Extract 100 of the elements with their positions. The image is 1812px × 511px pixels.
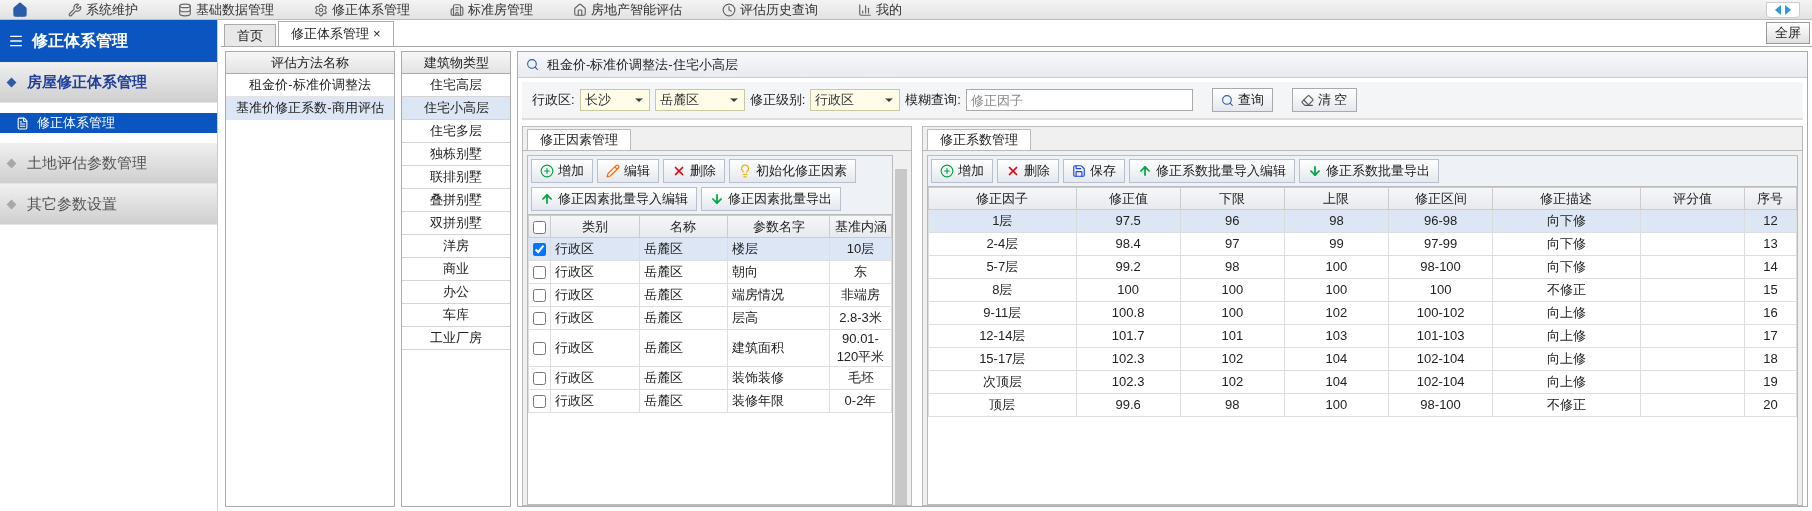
nav-link[interactable]: 修正体系管理 xyxy=(314,0,410,20)
tab[interactable]: 首页 xyxy=(224,24,276,46)
toolbar-button[interactable]: 删除 xyxy=(997,159,1059,183)
table-row[interactable]: 行政区 岳麓区 朝向 东 xyxy=(528,260,892,284)
nav-link[interactable]: 房地产智能评估 xyxy=(573,0,682,20)
table-row[interactable]: 行政区 岳麓区 楼层 10层 xyxy=(528,237,892,261)
column-header[interactable]: 修正因子 xyxy=(928,187,1077,210)
nav-link[interactable]: 系统维护 xyxy=(68,0,138,20)
close-button[interactable]: × xyxy=(373,24,381,44)
list-item[interactable]: 独栋别墅 xyxy=(402,143,510,166)
table-row[interactable]: 行政区 岳麓区 端房情况 非端房 xyxy=(528,283,892,307)
sidebar-item[interactable]: 修正体系管理 xyxy=(0,113,217,133)
dropdown-field[interactable]: 岳麓区 xyxy=(654,89,745,111)
toolbar-button[interactable]: 修正系数批量导出 xyxy=(1299,159,1439,183)
clear-button[interactable]: 清 空 xyxy=(1291,88,1357,112)
table-row[interactable]: 2-4层 98.4 97 99 97-99 向下修 13 xyxy=(928,232,1797,256)
table-cell: 100.8 xyxy=(1076,301,1181,325)
table-cell: 15-17层 xyxy=(928,347,1077,371)
sidebar-group[interactable]: 房屋修正体系管理 xyxy=(0,62,217,103)
table-row[interactable]: 行政区 岳麓区 建筑面积 90.01-120平米 xyxy=(528,329,892,367)
nav-link[interactable]: 标准房管理 xyxy=(450,0,533,20)
fullscreen-button[interactable]: 全屏 xyxy=(1766,22,1810,44)
column-header[interactable]: 上限 xyxy=(1284,187,1389,210)
table-row[interactable]: 12-14层 101.7 101 103 101-103 向上修 17 xyxy=(928,324,1797,348)
table-cell: 岳麓区 xyxy=(639,283,728,307)
list-item[interactable]: 洋房 xyxy=(402,235,510,258)
table-cell: 岳麓区 xyxy=(639,306,728,330)
nav-link[interactable]: 我的 xyxy=(858,0,902,20)
nav-link[interactable]: 基础数据管理 xyxy=(178,0,274,20)
column-header[interactable]: 修正值 xyxy=(1076,187,1181,210)
table-row[interactable]: 9-11层 100.8 100 102 100-102 向上修 16 xyxy=(928,301,1797,325)
toolbar-button[interactable]: 保存 xyxy=(1063,159,1125,183)
menu-icon[interactable] xyxy=(8,33,24,49)
dropdown-field[interactable]: 行政区 xyxy=(810,89,901,111)
table-row[interactable]: 15-17层 102.3 102 104 102-104 向上修 18 xyxy=(928,347,1797,371)
checkbox[interactable] xyxy=(533,266,546,280)
column-header[interactable]: 评分值 xyxy=(1640,187,1745,210)
panel-tab[interactable]: 修正因素管理 xyxy=(527,129,631,150)
list-item[interactable]: 基准价修正系数-商用评估 xyxy=(226,97,394,120)
column-header[interactable]: 序号 xyxy=(1744,187,1797,210)
sidebar-group[interactable]: 其它参数设置 xyxy=(0,184,217,225)
column-header[interactable]: 修正描述 xyxy=(1492,187,1641,210)
column-header[interactable]: 下限 xyxy=(1180,187,1285,210)
table-cell: 建筑面积 xyxy=(727,329,830,367)
checkbox[interactable] xyxy=(533,220,546,234)
table-row[interactable]: 行政区 岳麓区 装饰装修 毛坯 xyxy=(528,366,892,390)
checkbox[interactable] xyxy=(533,289,546,303)
table-row[interactable]: 行政区 岳麓区 装修年限 0-2年 xyxy=(528,389,892,413)
plus-icon xyxy=(940,164,954,178)
checkbox[interactable] xyxy=(533,342,546,356)
table-cell: 98 xyxy=(1180,255,1285,279)
table-cell: 98 xyxy=(1284,209,1389,233)
checkbox[interactable] xyxy=(533,395,546,409)
table-cell: 非端房 xyxy=(829,283,892,307)
checkbox[interactable] xyxy=(533,243,546,257)
list-item[interactable]: 车库 xyxy=(402,304,510,327)
search-field[interactable]: 修正因子 xyxy=(965,89,1193,111)
table-row[interactable]: 行政区 岳麓区 层高 2.8-3米 xyxy=(528,306,892,330)
home-icon[interactable] xyxy=(12,1,28,18)
scroll-arrows-button[interactable] xyxy=(1766,1,1800,18)
table-row[interactable]: 5-7层 99.2 98 100 98-100 向下修 14 xyxy=(928,255,1797,279)
table-cell: 100 xyxy=(1180,278,1285,302)
tab[interactable]: 修正体系管理 × xyxy=(278,21,394,46)
table-row[interactable]: 次顶层 102.3 102 104 102-104 向上修 19 xyxy=(928,370,1797,394)
nav-link[interactable]: 评估历史查询 xyxy=(722,0,818,20)
list-item[interactable]: 办公 xyxy=(402,281,510,304)
toolbar-button[interactable]: 修正因素批量导入编辑 xyxy=(531,187,697,211)
dropdown-field[interactable]: 长沙 xyxy=(579,89,650,111)
table-row[interactable]: 8层 100 100 100 100 不修正 15 xyxy=(928,278,1797,302)
table-cell: 1层 xyxy=(928,209,1077,233)
toolbar-button[interactable]: 增加 xyxy=(931,159,993,183)
list-item[interactable]: 住宅小高层 xyxy=(402,97,510,120)
scrollbar[interactable] xyxy=(895,169,907,505)
list-item[interactable]: 住宅多层 xyxy=(402,120,510,143)
checkbox[interactable] xyxy=(533,372,546,386)
checkbox[interactable] xyxy=(533,312,546,326)
list-item[interactable]: 商业 xyxy=(402,258,510,281)
column-header[interactable]: 名称 xyxy=(639,215,728,238)
toolbar-button[interactable]: 初始化修正因素 xyxy=(729,159,856,183)
toolbar-button[interactable]: 编辑 xyxy=(597,159,659,183)
column-header[interactable]: 修正区间 xyxy=(1388,187,1493,210)
list-item[interactable]: 叠拼别墅 xyxy=(402,189,510,212)
toolbar-button[interactable]: 修正因素批量导出 xyxy=(701,187,841,211)
column-header: 评估方法名称 xyxy=(226,52,394,74)
toolbar-button[interactable]: 修正系数批量导入编辑 xyxy=(1129,159,1295,183)
list-item[interactable]: 双拼别墅 xyxy=(402,212,510,235)
save-icon xyxy=(1072,164,1086,178)
toolbar-button[interactable]: 增加 xyxy=(531,159,593,183)
table-row[interactable]: 1层 97.5 96 98 96-98 向下修 12 xyxy=(928,209,1797,233)
panel-tab[interactable]: 修正系数管理 xyxy=(927,129,1031,150)
column-header[interactable]: 参数名字 xyxy=(727,215,830,238)
list-item[interactable]: 联排别墅 xyxy=(402,166,510,189)
table-row[interactable]: 顶层 99.6 98 100 98-100 不修正 20 xyxy=(928,393,1797,417)
search-button[interactable]: 查询 xyxy=(1211,88,1273,112)
toolbar-button[interactable]: 删除 xyxy=(663,159,725,183)
column-header[interactable]: 基准内涵 xyxy=(829,215,892,238)
sidebar-group[interactable]: 土地评估参数管理 xyxy=(0,143,217,184)
table-cell: 100 xyxy=(1180,301,1285,325)
list-item[interactable]: 工业厂房 xyxy=(402,327,510,350)
column-header[interactable]: 类别 xyxy=(550,215,639,238)
